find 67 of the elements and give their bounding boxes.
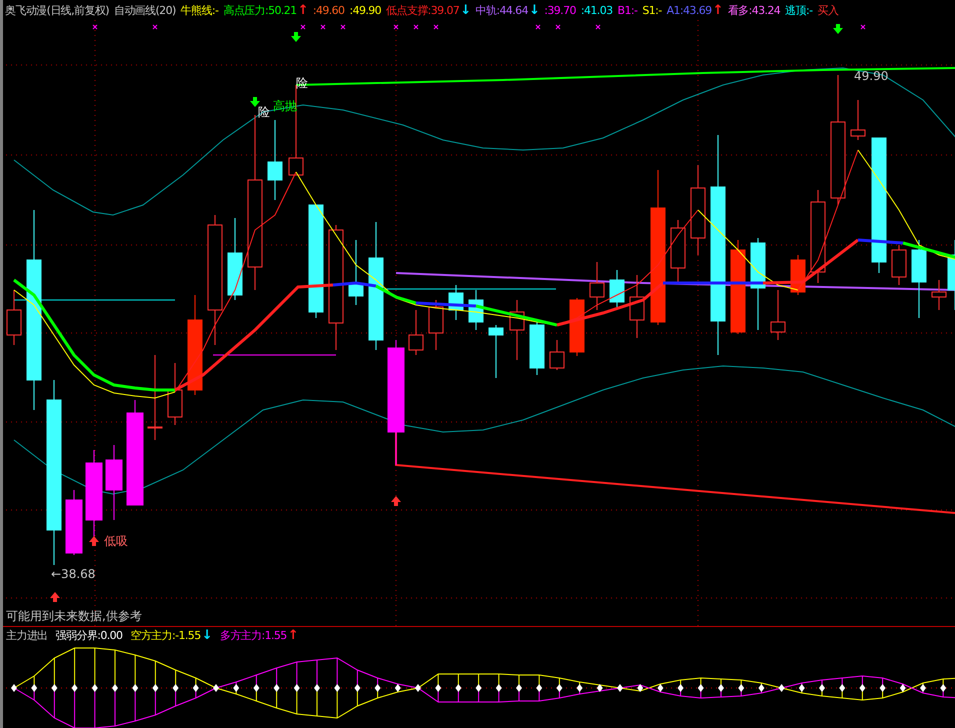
legend-value: 中轨:44.64: [476, 2, 528, 18]
arrow-down-icon: [291, 32, 301, 42]
candlestick: [590, 262, 604, 310]
cross-marker-icon: [434, 24, 438, 30]
arrow-down-icon: [250, 97, 260, 107]
arrow-glyph: ↑: [712, 2, 723, 18]
cross-marker-icon: [340, 24, 346, 30]
buy-signal-label: 低吸: [104, 534, 128, 548]
legend-value: 低点支撑:39.07: [386, 2, 460, 18]
legend-value: :39.70: [544, 4, 576, 16]
arrow-glyph: ↓: [202, 628, 212, 642]
legend-value: 奥飞动漫(日线,前复权): [5, 2, 109, 18]
candlestick: [428, 300, 444, 350]
candlestick: [892, 244, 906, 286]
legend-value: :49.60: [312, 4, 344, 16]
cross-marker-icon: [92, 24, 98, 30]
legend-value: 多方主力:1.55: [220, 628, 287, 642]
cross-marker-icon: [596, 24, 600, 30]
candlestick: [570, 298, 584, 356]
legend-value: A1:43.69: [666, 4, 712, 16]
arrow-up-icon: [50, 592, 60, 602]
legend-value: 自动画线(20): [114, 2, 176, 18]
cross-marker-icon: [320, 24, 326, 30]
candlestick: [408, 310, 424, 356]
candlestick: [468, 290, 484, 330]
candlestick: [550, 340, 564, 370]
candlestick: [348, 240, 364, 306]
cross-marker-icon: [556, 24, 560, 30]
candlestick: [66, 490, 82, 556]
cross-marker-icon: [300, 24, 306, 30]
legend-value: 看多:43.24: [728, 2, 780, 18]
legend-value: S1:-: [642, 4, 662, 16]
legend-value: 牛熊线:-: [180, 2, 218, 18]
legend-value: 高点压力:50.21: [223, 2, 297, 18]
price-label: 49.90: [854, 69, 888, 83]
arrow-glyph: ↓: [528, 2, 540, 18]
candlestick: [530, 320, 544, 376]
disclaimer-text: 可能用到未来数据,供参考: [6, 608, 142, 625]
candlestick: [670, 220, 686, 284]
arrow-up-icon: [391, 496, 401, 506]
arrow-up-icon: [89, 536, 99, 546]
legend-value: B1:-: [618, 4, 638, 16]
cross-marker-icon: [394, 24, 398, 30]
legend-value: 主力进出: [6, 628, 48, 642]
candlestick: [850, 100, 866, 140]
legend-value: 买入: [818, 2, 838, 18]
arrow-glyph: ↑: [298, 2, 308, 18]
candlestick: [448, 284, 464, 320]
legend-value: :49.90: [349, 4, 382, 16]
candlestick: [6, 290, 22, 346]
legend-value: 强弱分界:0.00: [56, 628, 122, 642]
price-label: ←38.68: [51, 567, 96, 581]
arrow-glyph: ↑: [288, 628, 298, 642]
legend-value: 空方主力:-1.55: [130, 628, 201, 642]
candlestick: [630, 274, 644, 338]
cross-marker-icon: [414, 24, 418, 30]
arrow-down-icon: [833, 24, 843, 34]
legend-value: 逃顶:-: [785, 2, 812, 18]
candlestick: [770, 290, 786, 340]
candlestick: [510, 300, 524, 360]
cross-marker-icon: [860, 24, 866, 30]
candlestick: [168, 362, 182, 426]
legend-value: :41.03: [580, 4, 612, 16]
cross-marker-icon: [152, 24, 158, 30]
arrow-glyph: ↓: [460, 2, 471, 18]
cross-marker-icon: [536, 24, 540, 30]
candlestick: [488, 324, 504, 378]
